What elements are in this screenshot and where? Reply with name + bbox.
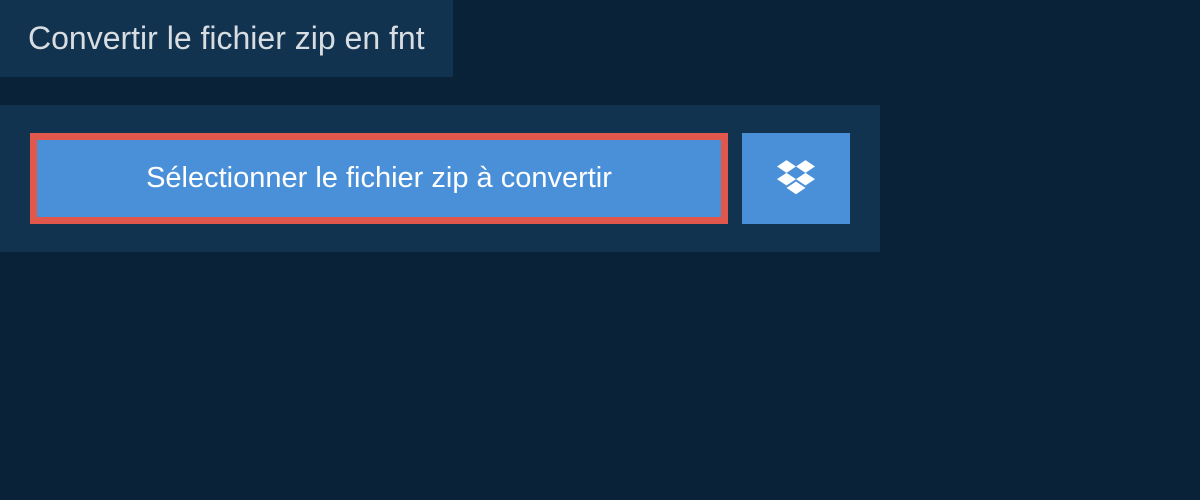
page-title: Convertir le fichier zip en fnt (28, 20, 425, 57)
select-file-button[interactable]: Sélectionner le fichier zip à convertir (30, 133, 728, 224)
dropbox-icon (777, 157, 815, 200)
heading-bar: Convertir le fichier zip en fnt (0, 0, 453, 77)
select-file-button-label: Sélectionner le fichier zip à convertir (146, 162, 612, 195)
action-panel: Sélectionner le fichier zip à convertir (0, 105, 880, 252)
dropbox-button[interactable] (742, 133, 850, 224)
